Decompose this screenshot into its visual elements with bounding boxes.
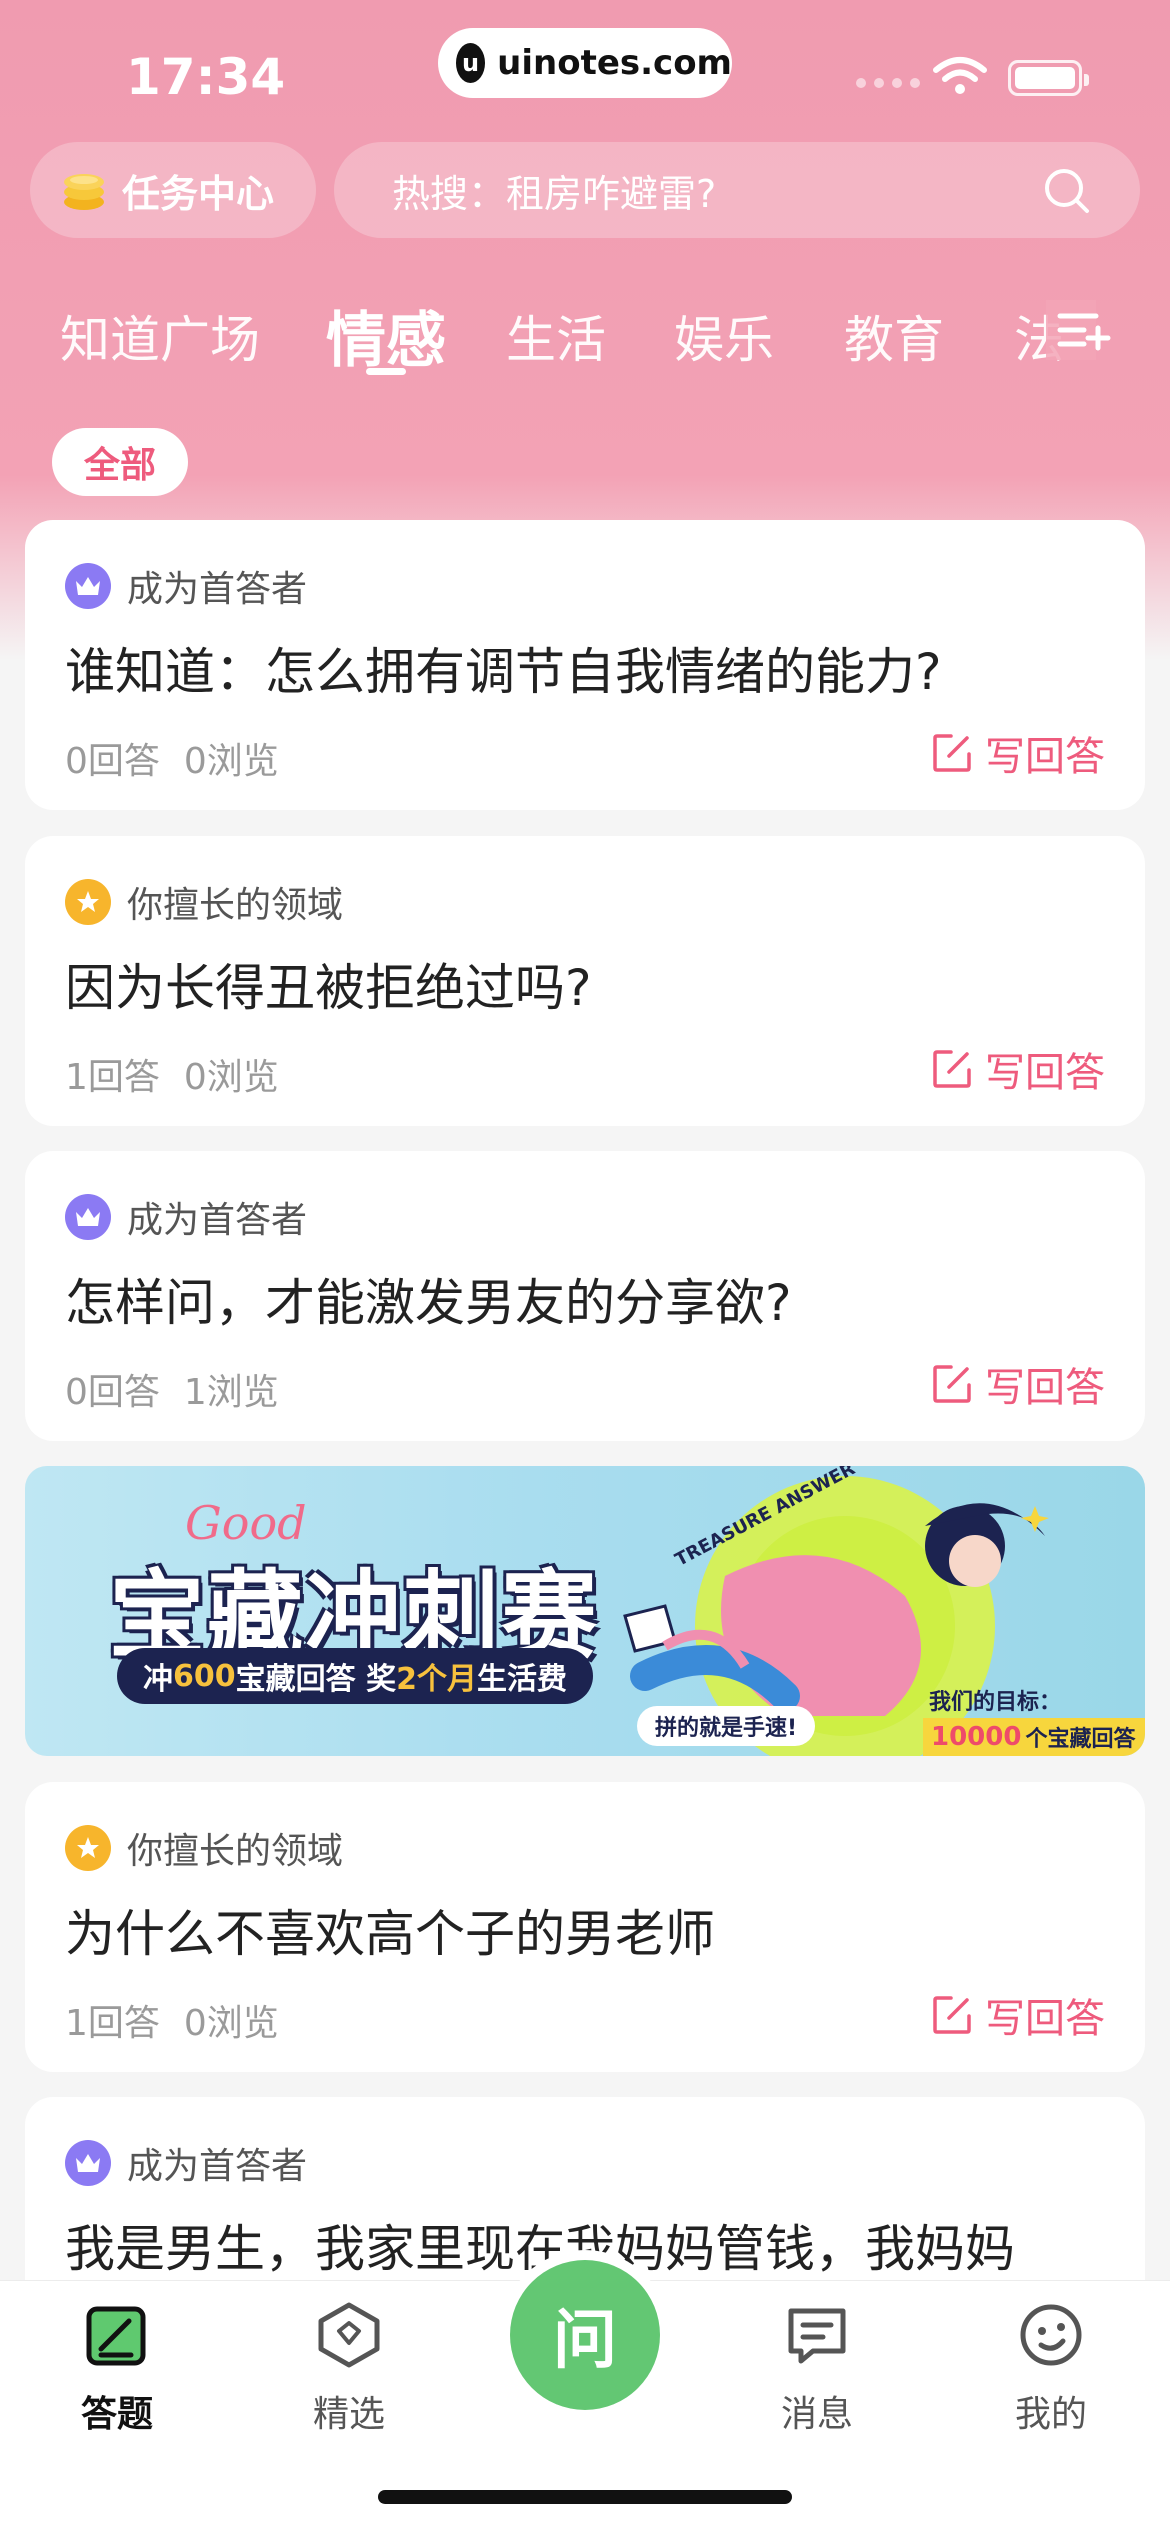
banner-sub-prefix: 冲 <box>143 1662 173 1697</box>
url-text: uinotes.com <box>497 43 732 83</box>
nav-messages[interactable]: 消息 <box>742 2301 892 2437</box>
write-answer-label: 写回答 <box>985 1365 1105 1411</box>
question-title[interactable]: 为什么不喜欢高个子的男老师 <box>65 1894 715 1966</box>
manage-tabs-icon[interactable] <box>1046 300 1116 360</box>
view-count: 0浏览 <box>183 2003 279 2044</box>
question-title[interactable]: 我是男生，我家里现在我妈妈管钱，我妈妈 <box>65 2209 1015 2281</box>
view-count: 0浏览 <box>183 1057 279 1098</box>
task-center-button[interactable]: 任务中心 <box>30 142 316 238</box>
wifi-icon <box>933 57 987 94</box>
search-bar[interactable]: 热搜：租房咋避雷? <box>334 142 1140 238</box>
question-card[interactable]: 成为首答者 谁知道：怎么拥有调节自我情绪的能力? 0回答 0浏览 写回答 <box>25 520 1145 810</box>
task-center-label: 任务中心 <box>122 171 275 216</box>
banner-goal-number: 10000 <box>931 1722 1022 1752</box>
question-stats: 0回答 0浏览 <box>65 732 279 784</box>
banner-sub-suffix: 生活费 <box>476 1662 567 1697</box>
edit-icon <box>933 1996 971 2034</box>
filter-all-chip[interactable]: 全部 <box>52 428 188 496</box>
question-stats: 1回答 0浏览 <box>65 1048 279 1100</box>
active-tab-indicator <box>366 368 406 375</box>
question-stats: 1回答 0浏览 <box>65 1994 279 2046</box>
banner-goal-label: 我们的目标： <box>929 1690 1062 1715</box>
card-tag: 你擅长的领域 <box>65 876 343 928</box>
question-stats: 0回答 1浏览 <box>65 1363 279 1415</box>
question-title[interactable]: 因为长得丑被拒绝过吗? <box>65 948 592 1020</box>
question-card[interactable]: 成为首答者 怎样问，才能激发男友的分享欲? 0回答 1浏览 写回答 <box>25 1151 1145 1441</box>
banner-sub-number: 600 <box>173 1658 236 1694</box>
hot-search-text: 热搜：租房咋避雷? <box>392 171 717 216</box>
crown-icon <box>65 1194 111 1240</box>
crown-icon <box>65 563 111 609</box>
nav-answer[interactable]: 答题 <box>42 2301 192 2437</box>
card-tag: 成为首答者 <box>65 2137 307 2189</box>
edit-icon <box>933 734 971 772</box>
write-answer-label: 写回答 <box>985 1050 1105 1096</box>
signal-icon <box>856 78 920 88</box>
nav-mine[interactable]: 我的 <box>976 2301 1126 2437</box>
tab-emotion[interactable]: 情感 <box>326 292 446 379</box>
message-icon <box>788 2308 846 2364</box>
nav-messages-label: 消息 <box>780 2394 853 2435</box>
edit-icon <box>933 1050 971 1088</box>
write-answer-button[interactable]: 写回答 <box>931 1986 1105 2044</box>
answer-count: 1回答 <box>65 2003 160 2044</box>
nav-mine-label: 我的 <box>1014 2394 1087 2435</box>
coin-stack-icon <box>64 174 104 210</box>
tab-education[interactable]: 教育 <box>844 300 944 372</box>
battery-icon <box>1008 60 1089 96</box>
star-icon <box>65 1825 111 1871</box>
tab-square[interactable]: 知道广场 <box>60 300 260 372</box>
banner-fast-text: 拼的就是手速! <box>637 1706 816 1746</box>
write-answer-button[interactable]: 写回答 <box>931 1040 1105 1098</box>
card-tag-text: 成为首答者 <box>127 569 308 610</box>
tab-entertainment[interactable]: 娱乐 <box>674 300 774 372</box>
question-title[interactable]: 谁知道：怎么拥有调节自我情绪的能力? <box>65 632 942 704</box>
banner-goal-suffix: 个宝藏回答 <box>1025 1727 1136 1752</box>
nav-featured-label: 精选 <box>312 2394 385 2435</box>
banner-sub-middle: 宝藏回答 奖 <box>235 1662 397 1697</box>
answer-count: 1回答 <box>65 1057 160 1098</box>
question-title[interactable]: 怎样问，才能激发男友的分享欲? <box>65 1263 792 1335</box>
status-time: 17:34 <box>126 48 286 106</box>
tab-life[interactable]: 生活 <box>506 300 606 372</box>
write-answer-label: 写回答 <box>985 734 1105 780</box>
write-answer-button[interactable]: 写回答 <box>931 724 1105 782</box>
nav-answer-label: 答题 <box>80 2394 153 2435</box>
featured-icon <box>318 2302 380 2368</box>
card-tag-text: 成为首答者 <box>127 1200 308 1241</box>
write-answer-button[interactable]: 写回答 <box>931 1355 1105 1413</box>
promo-banner[interactable]: Good 宝藏冲刺赛 冲 600 宝藏回答 奖 2个月 生活费 TREASURE… <box>25 1466 1145 1756</box>
nav-featured[interactable]: 精选 <box>274 2301 424 2437</box>
write-answer-label: 写回答 <box>985 1996 1105 2042</box>
banner-sub-number2: 2个月 <box>396 1662 477 1697</box>
site-logo-icon: u <box>456 43 486 83</box>
answer-count: 0回答 <box>65 741 160 782</box>
category-tabs: 知道广场 情感 生活 娱乐 教育 法 <box>0 286 1170 386</box>
search-icon[interactable] <box>1042 166 1092 216</box>
url-pill: u uinotes.com <box>438 28 732 98</box>
app-screen: 17:34 u uinotes.com 任务中心 热搜：租房咋避雷? 知道广场 … <box>0 0 1170 2532</box>
card-tag-text: 成为首答者 <box>127 2146 308 2187</box>
banner-subtitle: 冲 600 宝藏回答 奖 2个月 生活费 <box>117 1648 593 1704</box>
card-tag-text: 你擅长的领域 <box>127 885 344 926</box>
card-tag: 成为首答者 <box>65 560 307 612</box>
view-count: 1浏览 <box>183 1372 279 1413</box>
card-tag: 你擅长的领域 <box>65 1822 343 1874</box>
ask-question-button[interactable]: 问 <box>510 2260 660 2410</box>
view-count: 0浏览 <box>183 741 279 782</box>
question-card[interactable]: 你擅长的领域 为什么不喜欢高个子的男老师 1回答 0浏览 写回答 <box>25 1782 1145 2072</box>
banner-goal-box: 10000 个宝藏回答 <box>923 1718 1145 1756</box>
crown-icon <box>65 2140 111 2186</box>
face-icon <box>1020 2304 1082 2366</box>
edit-icon <box>933 1365 971 1403</box>
question-card[interactable]: 你擅长的领域 因为长得丑被拒绝过吗? 1回答 0浏览 写回答 <box>25 836 1145 1126</box>
star-icon <box>65 879 111 925</box>
answer-icon <box>86 2306 146 2366</box>
card-tag: 成为首答者 <box>65 1191 307 1243</box>
card-tag-text: 你擅长的领域 <box>127 1831 344 1872</box>
answer-count: 0回答 <box>65 1372 160 1413</box>
home-indicator <box>378 2490 792 2504</box>
